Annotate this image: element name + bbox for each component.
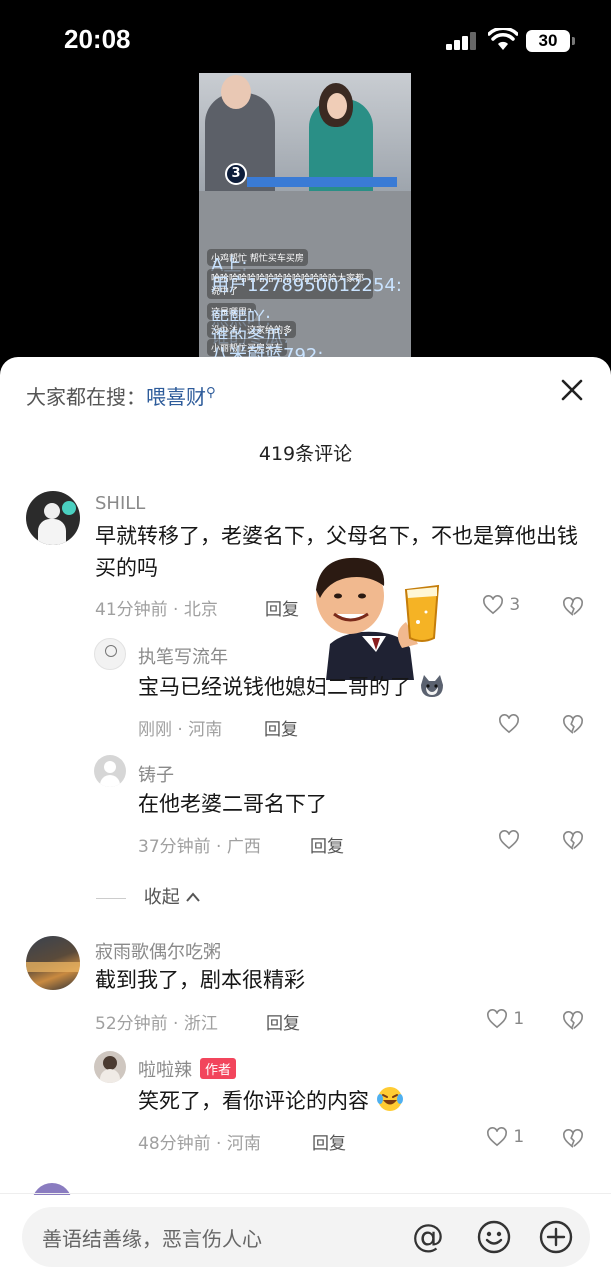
danmu-item: 熙熙吖: 这是哪里?	[207, 303, 271, 330]
dislike-button[interactable]	[562, 596, 584, 617]
dislike-button[interactable]	[562, 1128, 584, 1149]
close-icon[interactable]	[559, 377, 585, 403]
heart-icon	[499, 830, 519, 850]
like-count: 1	[513, 1127, 525, 1147]
reply-button[interactable]: 回复	[312, 1129, 346, 1154]
broken-heart-icon	[563, 714, 583, 734]
like-count: 3	[509, 595, 521, 615]
like-button[interactable]	[498, 830, 520, 850]
broken-heart-icon	[563, 1128, 583, 1148]
search-prefix: 大家都在搜：	[26, 385, 146, 409]
retro-man-toast-sticker	[316, 557, 440, 680]
reply-button[interactable]: 回复	[266, 1009, 300, 1034]
comment-author[interactable]: SHILL	[95, 493, 145, 514]
avatar[interactable]	[26, 491, 80, 545]
danmu-item: 用户1278950012254: 哈哈哈哈哈哈哈哈哈哈哈哈哈哈大家都说中了	[207, 269, 402, 299]
video-scene: 3	[199, 73, 411, 191]
reply-button[interactable]: 回复	[265, 595, 299, 620]
reply-button[interactable]: 回复	[264, 715, 298, 740]
dislike-button[interactable]	[562, 830, 584, 851]
video-person-left-head	[221, 75, 251, 109]
comment-author[interactable]: 啦啦辣 作者	[138, 1056, 237, 1082]
husky-emoji-icon	[420, 675, 443, 697]
like-count: 1	[513, 1009, 525, 1029]
comment-author[interactable]: 铸子	[138, 761, 174, 787]
author-name: 啦啦辣	[138, 1060, 192, 1081]
comment-meta: 刚刚 · 河南	[138, 720, 223, 740]
comment-input-placeholder[interactable]: 善语结善缘，恶言伤人心	[42, 1223, 262, 1252]
video-person-right-face	[327, 93, 347, 119]
search-icon: ⚲	[206, 385, 216, 401]
danmu-item: 谁的冬瓜: 没办法，这家给的多	[207, 321, 297, 348]
avatar[interactable]	[94, 1051, 126, 1083]
heart-icon	[483, 595, 503, 615]
signal-icon	[446, 32, 478, 50]
comment-meta: 48分钟前 · 河南	[138, 1134, 261, 1154]
laughing-tears-emoji-icon	[376, 1087, 403, 1111]
emoji-icon[interactable]	[476, 1219, 512, 1255]
video-preview[interactable]: 3 A上: 小鸡帮忙 帮忙买车买房 用户1278950012254: 哈哈哈哈哈…	[199, 73, 411, 359]
mention-icon[interactable]: @	[412, 1219, 444, 1253]
broken-heart-icon	[563, 830, 583, 850]
like-button[interactable]: 1	[486, 1009, 524, 1029]
comment-count: 419条评论	[258, 443, 353, 465]
comment-text-content: 宝马已经说钱他媳妇二哥的了	[138, 675, 411, 699]
status-time: 20:08	[64, 24, 131, 54]
video-logo-icon: 3	[225, 163, 247, 185]
search-suggestion[interactable]: 大家都在搜：喂喜财⚲	[26, 381, 216, 410]
avatar[interactable]	[94, 638, 126, 670]
reply-button[interactable]: 回复	[310, 832, 344, 857]
comment-text: 宝马已经说钱他媳妇二哥的了	[138, 671, 498, 703]
battery-icon: 30	[526, 30, 575, 52]
dislike-button[interactable]	[562, 1010, 584, 1031]
comment-text-content: 笑死了，看你评论的内容	[138, 1089, 369, 1113]
danmu-item: 八米蔚蓝792: 小丽帮忙买房买车	[207, 339, 323, 359]
comment-text: 笑死了，看你评论的内容	[138, 1085, 518, 1117]
collapse-replies-button[interactable]: 收起	[96, 883, 201, 909]
heart-icon	[487, 1009, 507, 1029]
comment-meta: 52分钟前 · 浙江	[95, 1014, 218, 1034]
avatar[interactable]	[26, 936, 80, 990]
comment-meta: 37分钟前 · 广西	[138, 837, 261, 857]
collapse-label: 收起	[143, 887, 180, 908]
wifi-icon	[488, 28, 518, 50]
like-button[interactable]: 1	[486, 1127, 524, 1147]
broken-heart-icon	[563, 596, 583, 616]
search-term-link[interactable]: 喂喜财	[146, 385, 206, 409]
author-badge: 作者	[200, 1058, 237, 1079]
comment-author[interactable]: 寂雨歌偶尔吃粥	[95, 938, 221, 964]
like-button[interactable]	[498, 714, 520, 734]
danmu-item: A上: 小鸡帮忙 帮忙买车买房	[207, 249, 308, 276]
comment-text: 截到我了，剧本很精彩	[95, 968, 305, 992]
comment-meta: 41分钟前 · 北京	[95, 600, 218, 620]
like-button[interactable]: 3	[482, 595, 520, 615]
plus-icon[interactable]	[538, 1219, 574, 1255]
video-ticker	[247, 177, 397, 187]
chevron-up-icon	[186, 892, 201, 902]
comment-sheet: 大家都在搜：喂喜财⚲ 419条评论 SHILL 早就转移了，老婆名下，父母名下，…	[0, 357, 611, 1280]
comment-input-bar[interactable]: 善语结善缘，恶言伤人心 @	[22, 1207, 590, 1267]
dislike-button[interactable]	[562, 714, 584, 735]
comment-author[interactable]: 执笔写流年	[138, 643, 228, 669]
heart-icon	[499, 714, 519, 734]
comment-text: 在他老婆二哥名下了	[138, 792, 327, 816]
status-bar: 20:08 30	[0, 0, 611, 80]
avatar[interactable]	[94, 755, 126, 787]
broken-heart-icon	[563, 1010, 583, 1030]
divider	[0, 1193, 611, 1194]
heart-icon	[487, 1127, 507, 1147]
